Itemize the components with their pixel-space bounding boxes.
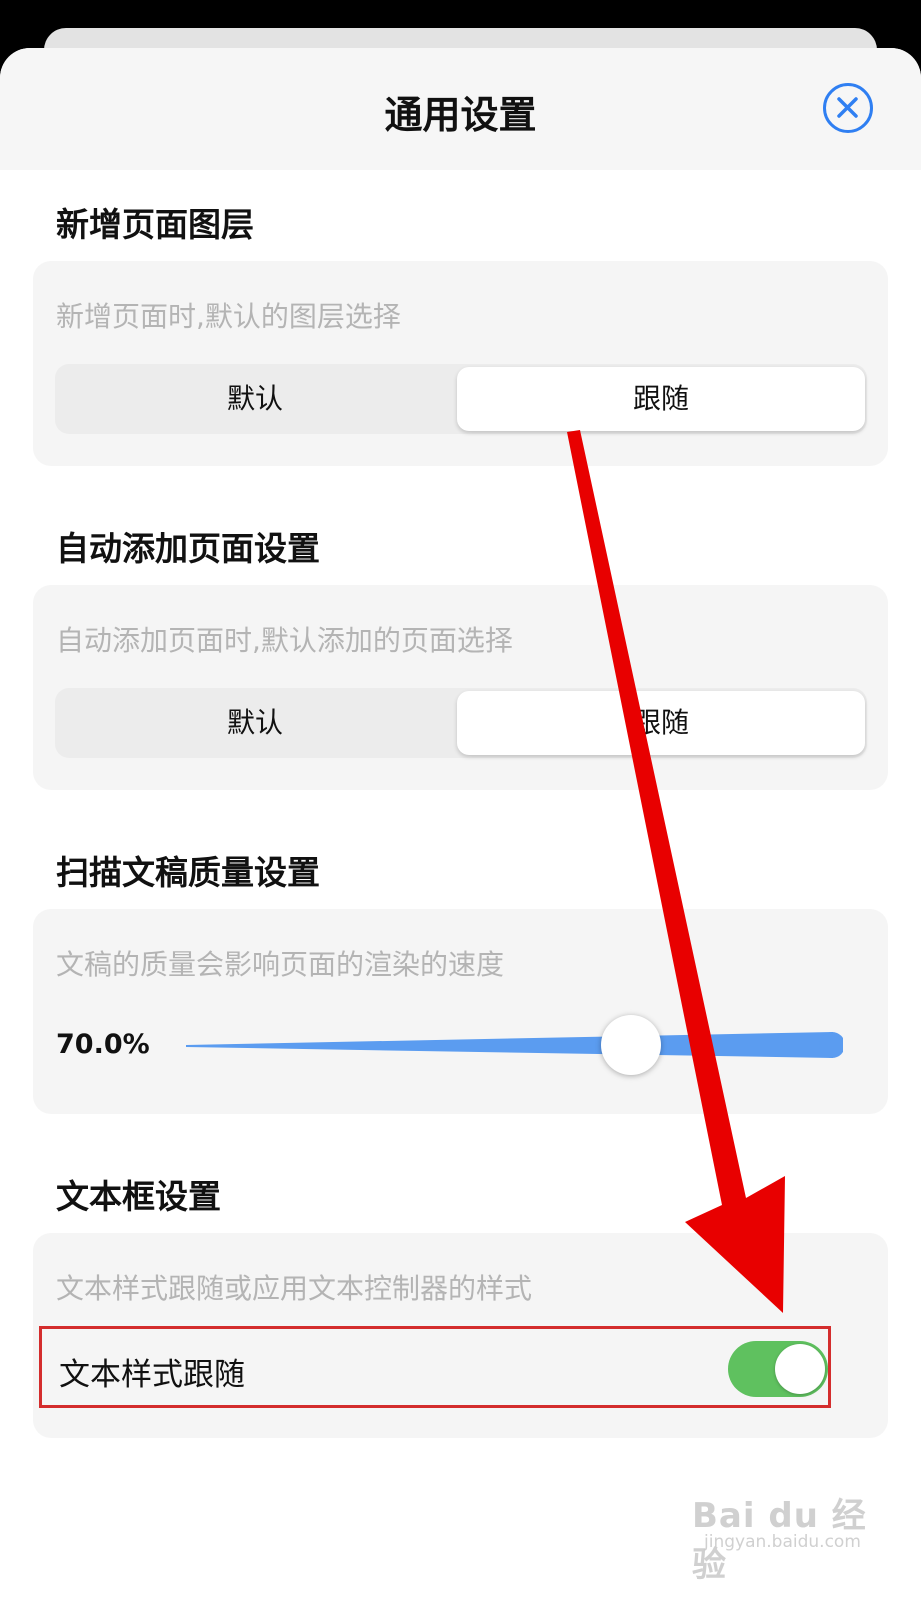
- settings-sheet: 通用设置 新增页面图层 新增页面时,默认的图层选择 默认 跟随 自动添加页面设置…: [0, 48, 921, 1599]
- slider-knob: [601, 1015, 661, 1075]
- card-auto-add-page: 自动添加页面时,默认添加的页面选择 默认 跟随: [33, 585, 888, 790]
- segment-default[interactable]: 默认: [55, 688, 455, 758]
- close-circle-icon: [837, 97, 858, 118]
- sheet-header: 通用设置: [0, 48, 921, 170]
- section-heading-auto-add-page: 自动添加页面设置: [56, 529, 320, 568]
- slider-value-label: 70.0%: [56, 1029, 150, 1060]
- segment-default[interactable]: 默认: [55, 364, 455, 434]
- slider-track: [186, 1032, 833, 1058]
- segment-follow[interactable]: 跟随: [457, 367, 865, 431]
- close-button[interactable]: [823, 83, 873, 133]
- auto-add-page-segmented-control: 默认 跟随: [55, 688, 867, 758]
- scan-quality-description: 文稿的质量会影响页面的渲染的速度: [56, 948, 505, 981]
- text-style-follow-row: 文本样式跟随: [39, 1326, 831, 1408]
- auto-add-page-description: 自动添加页面时,默认添加的页面选择: [56, 624, 513, 657]
- card-scan-quality: 文稿的质量会影响页面的渲染的速度 70.0%: [33, 909, 888, 1114]
- section-heading-text-box: 文本框设置: [56, 1177, 221, 1216]
- text-box-description: 文本样式跟随或应用文本控制器的样式: [56, 1272, 533, 1305]
- sheet-title: 通用设置: [384, 93, 537, 137]
- new-page-layer-segmented-control: 默认 跟随: [55, 364, 867, 434]
- segment-follow[interactable]: 跟随: [457, 691, 865, 755]
- card-new-page-layer: 新增页面时,默认的图层选择 默认 跟随: [33, 261, 888, 466]
- section-heading-scan-quality: 扫描文稿质量设置: [56, 853, 320, 892]
- text-style-follow-toggle[interactable]: [728, 1341, 828, 1397]
- section-heading-new-page-layer: 新增页面图层: [56, 205, 254, 244]
- new-page-layer-description: 新增页面时,默认的图层选择: [56, 300, 401, 333]
- quality-slider[interactable]: [183, 1007, 843, 1087]
- toggle-knob: [775, 1344, 825, 1394]
- card-text-box: 文本样式跟随或应用文本控制器的样式 文本样式跟随: [33, 1233, 888, 1438]
- text-style-follow-label: 文本样式跟随: [59, 1357, 245, 1393]
